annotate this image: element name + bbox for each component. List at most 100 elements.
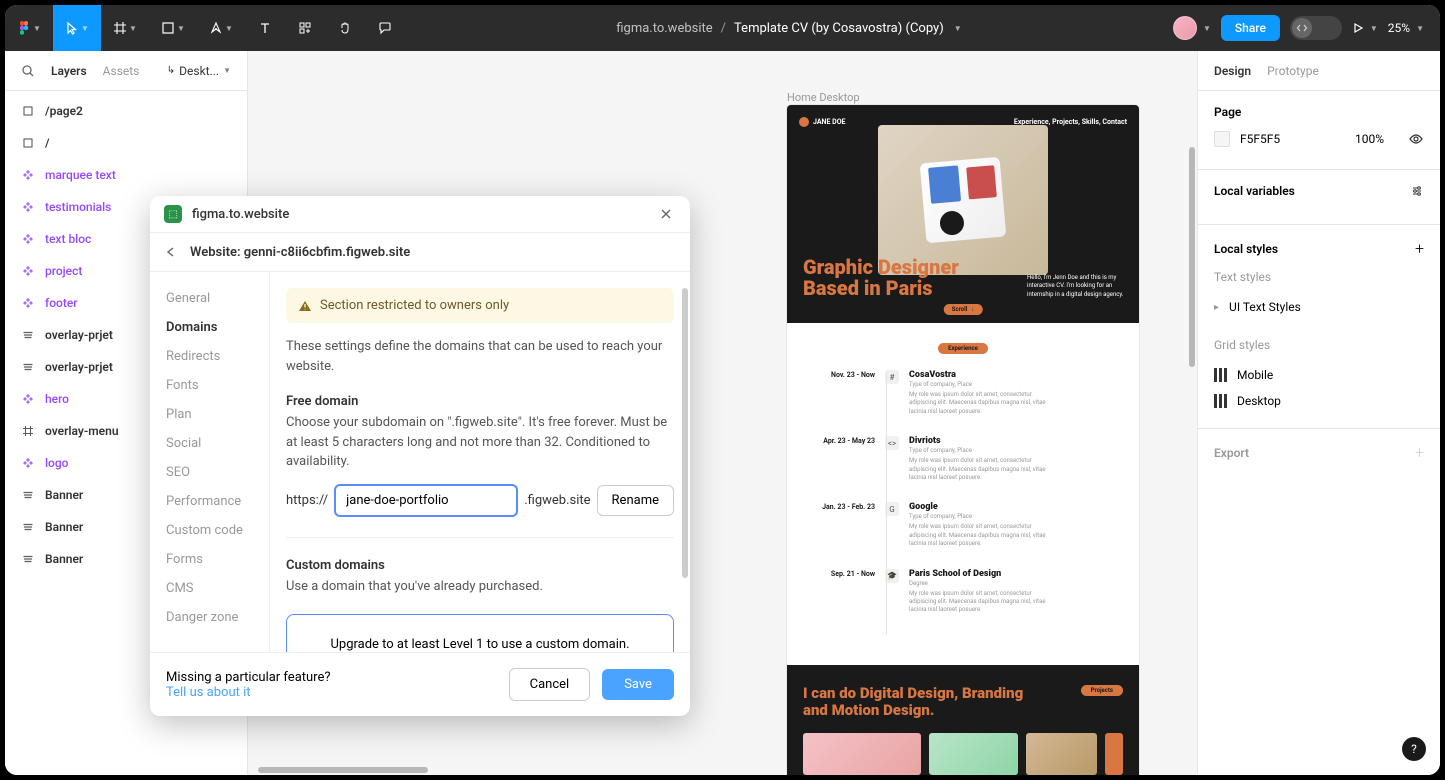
background-color-swatch[interactable] [1214, 131, 1230, 147]
frame-tool[interactable]: ▼ [101, 5, 149, 51]
text-style-item[interactable]: ▸ UI Text Styles [1214, 294, 1424, 320]
hero-avatar [799, 117, 809, 127]
help-button[interactable]: ? [1402, 737, 1426, 761]
hero-section: JANE DOE Experience, Projects, Skills, C… [787, 105, 1139, 323]
prototype-tab[interactable]: Prototype [1267, 64, 1319, 78]
avatar [1173, 16, 1197, 40]
layer-type-icon [21, 456, 35, 470]
assets-tab[interactable]: Assets [103, 64, 140, 78]
projects-section: I can do Digital Design, Branding and Mo… [787, 665, 1139, 775]
layer-type-icon [21, 392, 35, 406]
layer-type-icon [21, 424, 35, 438]
hand-tool[interactable] [325, 5, 365, 51]
present-button[interactable]: ▼ [1352, 22, 1378, 34]
feedback-link[interactable]: Tell us about it [166, 685, 497, 700]
experience-date: Sep. 21 - Now [799, 569, 875, 615]
settings-nav-item[interactable]: Fonts [150, 371, 269, 400]
add-export-button[interactable]: + [1415, 443, 1424, 462]
comment-tool[interactable] [365, 5, 405, 51]
layer-type-icon [21, 488, 35, 502]
rename-button[interactable]: Rename [597, 485, 674, 516]
layer-item[interactable]: / [5, 127, 247, 159]
settings-nav-item[interactable]: SEO [150, 458, 269, 487]
layer-type-icon [21, 200, 35, 214]
layer-label: project [45, 264, 82, 278]
layer-type-icon [21, 168, 35, 182]
settings-nav-item[interactable]: General [150, 284, 269, 313]
custom-domains-desc: Use a domain that you've already purchas… [286, 577, 674, 597]
local-styles-title: Local styles [1214, 242, 1278, 256]
grid-style-mobile[interactable]: Mobile [1214, 362, 1424, 388]
projects-label: Projects [1081, 685, 1123, 696]
canvas-horizontal-scrollbar[interactable] [258, 765, 1187, 775]
grid-icon [1214, 368, 1227, 382]
upgrade-callout: Upgrade to at least Level 1 to use a cus… [286, 614, 674, 652]
figma-menu[interactable]: ▼ [5, 5, 53, 51]
layer-label: /page2 [45, 104, 83, 118]
share-button[interactable]: Share [1221, 15, 1280, 41]
subdomain-input[interactable] [334, 484, 518, 517]
layer-label: hero [45, 392, 69, 406]
grid-style-desktop[interactable]: Desktop [1214, 388, 1424, 414]
design-tab[interactable]: Design [1214, 64, 1251, 78]
layers-tab[interactable]: Layers [51, 64, 87, 78]
shape-tool[interactable]: ▼ [149, 5, 197, 51]
layer-item[interactable]: /page2 [5, 95, 247, 127]
experience-row: Nov. 23 - Now#CosaVostraType of company,… [799, 370, 1127, 416]
cancel-button[interactable]: Cancel [509, 668, 591, 701]
background-color-value[interactable]: F5F5F5 [1240, 132, 1280, 146]
settings-nav-item[interactable]: Performance [150, 487, 269, 516]
search-icon[interactable] [21, 64, 35, 78]
layer-item[interactable]: marquee text [5, 159, 247, 191]
experience-row: Apr. 23 - May 23<>DivriotsType of compan… [799, 436, 1127, 482]
layer-type-icon [21, 104, 35, 118]
settings-nav-item[interactable]: Plan [150, 400, 269, 429]
warning-icon [298, 299, 312, 313]
chevron-down-icon[interactable]: ▼ [954, 24, 962, 33]
eye-icon[interactable] [1408, 131, 1424, 147]
canvas-vertical-scrollbar[interactable] [1187, 51, 1197, 775]
resources-tool[interactable] [285, 5, 325, 51]
experience-icon: # [885, 370, 899, 384]
experience-label: Experience [938, 343, 988, 354]
chevron-left-icon [164, 245, 178, 259]
save-button[interactable]: Save [602, 669, 674, 700]
frame-label[interactable]: Home Desktop [787, 91, 860, 104]
settings-nav-item[interactable]: Social [150, 429, 269, 458]
settings-nav-item[interactable]: Danger zone [150, 603, 269, 632]
breadcrumb-parent[interactable]: figma.to.website [616, 21, 712, 36]
dev-mode-toggle[interactable] [1290, 16, 1342, 40]
back-button[interactable] [164, 245, 178, 259]
experience-section: Experience Nov. 23 - Now#CosaVostraType … [787, 323, 1139, 665]
move-tool[interactable]: ▼ [53, 5, 101, 51]
modal-intro: These settings define the domains that c… [286, 337, 674, 376]
settings-nav-item[interactable]: Custom code [150, 516, 269, 545]
settings-icon[interactable] [1410, 184, 1424, 198]
top-toolbar: ▼ ▼ ▼ ▼ ▼ [5, 5, 1440, 51]
experience-type: Type of company, Place [909, 447, 1127, 454]
layer-type-icon [21, 520, 35, 534]
settings-nav-item[interactable]: Forms [150, 545, 269, 574]
background-opacity[interactable]: 100% [1355, 132, 1384, 146]
resources-icon [298, 21, 312, 35]
close-icon [659, 207, 673, 221]
settings-nav-item[interactable]: Redirects [150, 342, 269, 371]
modal-scrollbar[interactable] [682, 288, 688, 578]
text-tool[interactable] [245, 5, 285, 51]
layer-label: Banner [45, 488, 83, 502]
experience-date: Nov. 23 - Now [799, 370, 875, 416]
page-selector[interactable]: ↳ Deskt... ▼ [167, 64, 231, 78]
breadcrumb-current[interactable]: Template CV (by Cosavostra) (Copy) [734, 21, 944, 36]
zoom-menu[interactable]: 25% ▼ [1388, 21, 1424, 35]
domain-prefix: https:// [286, 493, 328, 508]
settings-nav-item[interactable]: CMS [150, 574, 269, 603]
settings-nav-item[interactable]: Domains [150, 313, 269, 342]
pen-tool[interactable]: ▼ [197, 5, 245, 51]
add-style-button[interactable]: + [1415, 239, 1424, 258]
layer-label: / [45, 136, 50, 150]
scroll-indicator: Scroll↓ [944, 304, 983, 315]
canvas-frame-home[interactable]: JANE DOE Experience, Projects, Skills, C… [787, 105, 1139, 775]
plugin-icon: ⬚ [164, 205, 182, 223]
user-avatar-menu[interactable]: ▼ [1173, 16, 1211, 40]
close-button[interactable] [656, 204, 676, 224]
